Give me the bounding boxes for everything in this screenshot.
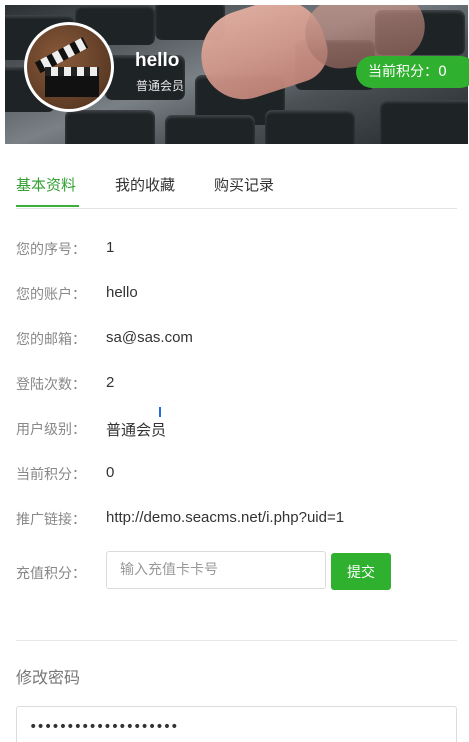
row-account: 您的账户： hello [16,284,457,306]
referral-link[interactable]: http://demo.seacms.net/i.php?uid=1 [106,509,344,526]
username: hello [135,50,180,71]
tab-basic-info[interactable]: 基本资料 [16,174,76,195]
row-label: 您的序号： [16,242,86,258]
recharge-card-input[interactable] [106,551,326,589]
row-value: 2 [106,374,115,391]
row-label: 您的账户： [16,287,86,303]
points-badge: 当前积分：0 [356,56,469,88]
row-value: 0 [106,464,115,481]
row-value: 1 [106,239,115,256]
row-label: 您的邮箱： [16,332,86,348]
row-user-id: 您的序号： 1 [16,239,457,261]
text-cursor [159,407,161,417]
row-referral-link: 推广链接： http://demo.seacms.net/i.php?uid=1 [16,509,457,531]
row-login-count: 登陆次数： 2 [16,374,457,396]
password-field[interactable] [16,706,457,742]
recharge-label: 充值积分： [16,566,86,582]
row-points: 当前积分： 0 [16,464,457,486]
row-value: hello [106,284,138,301]
row-label: 登陆次数： [16,377,86,393]
tab-active-indicator [16,205,79,207]
user-center-page: hello 普通会员 当前积分：0 基本资料 我的收藏 购买记录 您的序号： 1… [0,0,469,742]
row-value: sa@sas.com [106,329,193,346]
row-user-level: 用户级别： 普通会员 [16,419,457,441]
tab-purchase-history[interactable]: 购买记录 [214,174,274,195]
avatar[interactable] [24,22,114,112]
section-divider [16,640,457,641]
row-value: 普通会员 [106,422,167,439]
row-label: 用户级别： [16,422,86,438]
row-email: 您的邮箱： sa@sas.com [16,329,457,351]
profile-tabs: 基本资料 我的收藏 购买记录 [16,160,457,209]
clapperboard-icon [27,25,111,109]
row-label: 当前积分： [16,467,86,483]
row-label: 推广链接： [16,512,86,528]
change-password-title: 修改密码 [16,668,81,687]
submit-button[interactable]: 提交 [331,553,391,590]
user-level: 普通会员 [136,79,185,93]
tab-favorites[interactable]: 我的收藏 [115,174,175,195]
